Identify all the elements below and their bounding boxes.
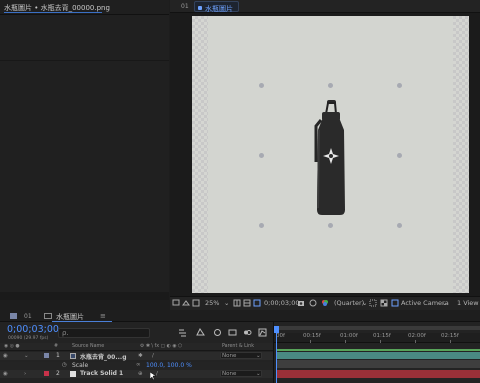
scale-value[interactable]: 100.0, 100.0 % xyxy=(146,362,192,369)
divider xyxy=(0,60,169,61)
visibility-eye-icon[interactable]: ◉ xyxy=(3,371,8,377)
layer-1-duration-bar-top[interactable] xyxy=(277,349,480,351)
track-point[interactable] xyxy=(397,223,402,228)
layer-name[interactable]: 水瓶去背_00...g xyxy=(80,352,126,361)
layer-label-color[interactable] xyxy=(44,371,49,376)
footage-icon xyxy=(70,353,76,359)
ruler-label: 02:15f xyxy=(441,333,459,339)
track-point[interactable] xyxy=(259,153,264,158)
constrain-proportions-icon[interactable]: ∞ xyxy=(136,362,141,368)
ruler-label: 01:15f xyxy=(373,333,391,339)
camera-snapshot-icon[interactable] xyxy=(297,299,305,307)
ruler-tick xyxy=(380,340,381,343)
stopwatch-icon[interactable]: ◷ xyxy=(62,362,67,368)
av-features-header-icon[interactable]: ◉ ◎ ● xyxy=(4,344,20,349)
channel-color-icon[interactable] xyxy=(321,299,329,307)
source-name-header[interactable]: Source Name xyxy=(72,344,104,349)
expand-chevron-icon[interactable]: ⌄ xyxy=(24,353,29,359)
collapse-transformations-icon[interactable]: ✱ xyxy=(138,353,143,359)
draft-3d-icon[interactable] xyxy=(196,328,205,337)
quality-switch-icon[interactable]: / xyxy=(156,371,158,377)
resolution-select[interactable]: (Quarter) xyxy=(334,299,364,307)
frame-blending-icon[interactable] xyxy=(228,328,237,337)
property-name: Scale xyxy=(72,362,89,369)
chevron-down-icon[interactable]: ⌄ xyxy=(256,371,261,377)
layer-index: 1 xyxy=(56,352,60,359)
project-panel-footer xyxy=(0,292,169,300)
track-point[interactable] xyxy=(259,83,264,88)
view-layout-select[interactable]: 1 View xyxy=(457,299,479,307)
layer-index: 2 xyxy=(56,370,60,377)
timeline-current-time[interactable]: 0;00;03;00 xyxy=(7,324,59,335)
graph-editor-icon[interactable] xyxy=(258,328,267,337)
show-snapshot-icon[interactable] xyxy=(309,299,317,307)
ruler-tick xyxy=(310,340,311,343)
chevron-down-icon[interactable]: ⌄ xyxy=(442,299,447,307)
zoom-select[interactable]: 25% xyxy=(205,299,219,307)
render-queue-icon[interactable] xyxy=(10,313,17,319)
composition-mini-flowchart-icon[interactable] xyxy=(178,328,187,337)
3d-view-icon[interactable] xyxy=(391,299,399,307)
current-time-indicator-head[interactable] xyxy=(274,326,279,333)
chevron-down-icon[interactable]: ⌄ xyxy=(362,299,367,307)
solid-icon xyxy=(70,371,76,377)
always-preview-icon[interactable] xyxy=(172,299,180,307)
project-title-underline xyxy=(4,12,102,13)
ruler-label: 02:00f xyxy=(408,333,426,339)
tab-composition[interactable]: 水瓶圖片 xyxy=(194,1,239,13)
parent-select-value: None xyxy=(222,371,237,377)
grid-icon[interactable] xyxy=(243,299,251,307)
frame-readout: 00090 (29.97 fps) xyxy=(8,336,49,341)
expand-chevron-icon[interactable]: › xyxy=(24,371,26,377)
work-area-bar[interactable] xyxy=(276,326,480,330)
layer-label-color[interactable] xyxy=(44,353,49,358)
label-column-header[interactable]: # xyxy=(54,344,58,349)
tab-underline xyxy=(52,321,112,322)
viewer-tab-index: 01 xyxy=(181,3,189,10)
parent-select-value: None xyxy=(222,353,237,359)
layer-2-duration-bar[interactable] xyxy=(277,370,480,378)
ruler-label: 00f xyxy=(276,333,285,339)
water-bottle-image[interactable] xyxy=(310,100,352,218)
project-preview-area xyxy=(0,15,169,300)
parent-link-header[interactable]: Parent & Link xyxy=(222,344,254,349)
layer-search-input[interactable] xyxy=(58,328,150,338)
visibility-eye-icon[interactable]: ◉ xyxy=(3,353,8,359)
motion-blur-icon[interactable] xyxy=(243,328,252,337)
current-time-indicator[interactable] xyxy=(276,333,277,383)
track-point[interactable] xyxy=(328,83,333,88)
ruler-tick xyxy=(450,340,451,343)
ruler-tick xyxy=(415,340,416,343)
ruler-label: 01:00f xyxy=(340,333,358,339)
3d-ground-plane-icon[interactable] xyxy=(182,299,190,307)
composition-icon xyxy=(44,313,52,319)
quality-switch-icon[interactable]: / xyxy=(152,353,154,359)
chevron-down-icon[interactable]: ⌄ xyxy=(256,353,261,359)
guide-layer-icon[interactable] xyxy=(192,299,200,307)
track-point[interactable] xyxy=(328,223,333,228)
current-time-field[interactable]: 0;00;03;00 xyxy=(264,299,300,307)
search-icon: ρ. xyxy=(62,329,69,337)
chevron-down-icon[interactable]: ⌄ xyxy=(224,299,229,307)
switches-header[interactable]: ⚙ ✱ \ fx ▢ ◐ ◉ ⬡ xyxy=(140,344,182,349)
track-point[interactable] xyxy=(259,223,264,228)
layer-name[interactable]: Track Solid 1 xyxy=(80,370,123,377)
transparency-grid-icon[interactable] xyxy=(380,299,388,307)
track-point[interactable] xyxy=(397,83,402,88)
layer-1-duration-bar[interactable] xyxy=(277,352,480,359)
property-track[interactable] xyxy=(277,360,480,368)
track-point[interactable] xyxy=(397,153,402,158)
shy-layers-icon[interactable] xyxy=(213,328,222,337)
collapse-transformations-icon[interactable]: ⊕ xyxy=(138,371,143,377)
ruler-tick xyxy=(345,340,346,343)
safe-margins-icon[interactable] xyxy=(233,299,241,307)
ruler-label: 00:15f xyxy=(303,333,321,339)
tab-menu-icon[interactable]: ≡ xyxy=(100,312,106,320)
region-of-interest-icon[interactable] xyxy=(369,299,377,307)
mask-visibility-icon[interactable] xyxy=(253,299,261,307)
timeline-tab-index: 01 xyxy=(24,313,32,320)
